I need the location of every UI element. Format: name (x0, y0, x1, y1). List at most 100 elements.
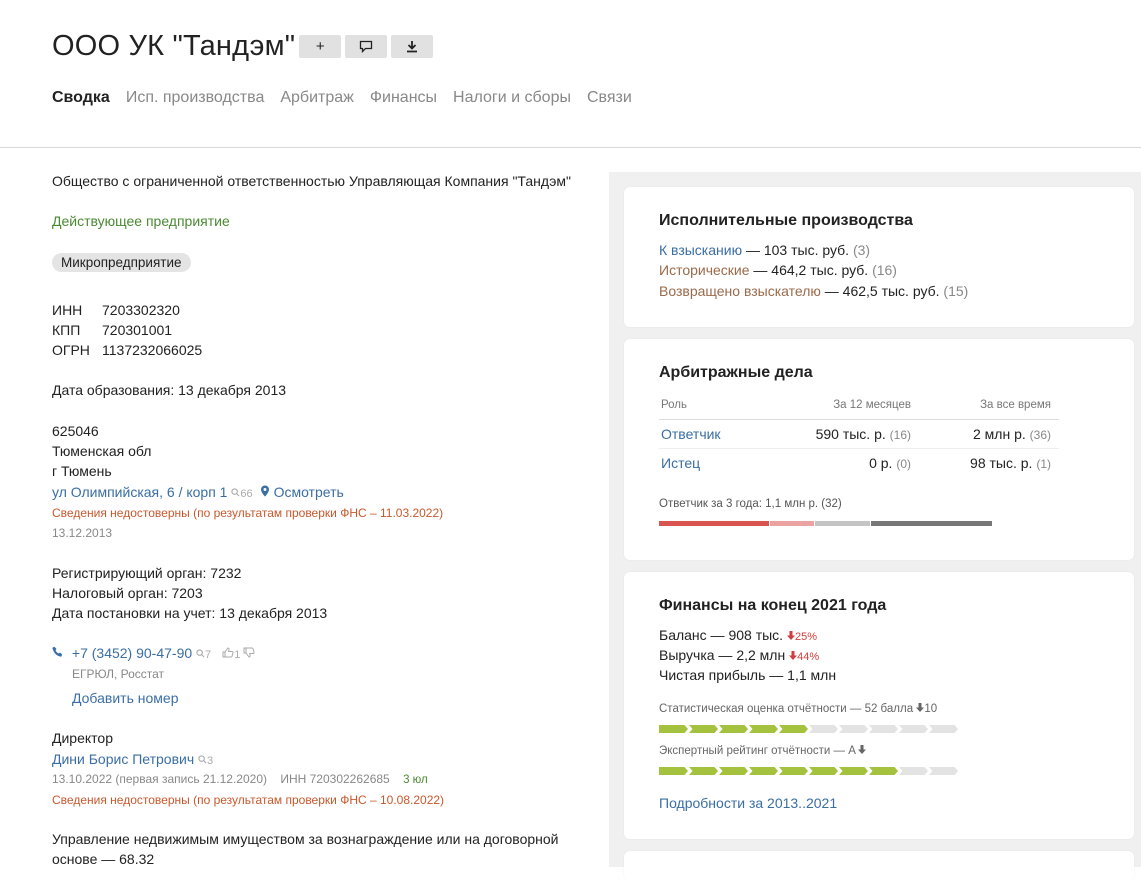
defendant-link[interactable]: Ответчик (661, 426, 781, 442)
search-icon (198, 755, 207, 764)
status-text: Действующее предприятие (52, 213, 230, 229)
search-count[interactable]: 66 (231, 488, 255, 500)
director-search-count[interactable]: 3 (198, 755, 213, 767)
phone-search-count[interactable]: 7 (196, 649, 214, 661)
inn-label: ИНН (52, 302, 83, 318)
tax-authority: Налоговый орган: 7203 (52, 585, 203, 601)
rating-segment (719, 725, 748, 733)
bar-segment (659, 521, 769, 526)
activity-line-2: основе — 68.32 (52, 851, 155, 867)
tab-arbitration[interactable]: Арбитраж (280, 89, 354, 107)
rating-segment (839, 767, 868, 775)
rating-segment (899, 767, 928, 775)
rating-segment (659, 725, 688, 733)
table-cell: 2 млн р. (972, 426, 1026, 442)
phone-source: ЕГРЮЛ, Росстат (72, 667, 165, 681)
thumbs-up-icon (222, 647, 234, 658)
download-button[interactable] (391, 35, 434, 58)
table-cell-count: (36) (1029, 428, 1051, 442)
rating-segment (839, 725, 868, 733)
like-button[interactable]: 1 (222, 647, 243, 661)
founded-date: Дата образования: 13 декабря 2013 (52, 382, 287, 398)
rating-segment (719, 767, 748, 775)
tab-finance[interactable]: Финансы (370, 89, 437, 107)
director-label: Директор (52, 730, 113, 746)
director-meta: 13.10.2022 (первая запись 21.12.2020) ИН… (52, 769, 428, 790)
title-row: ООО УК "Тандэм" + (52, 30, 434, 63)
stat-score-delta: 10 (924, 703, 938, 715)
activity-line-1: Управление недвижимым имуществом за возн… (52, 831, 559, 847)
phone-icon (52, 646, 63, 657)
tab-bar: Сводка Исп. производства Арбитраж Финанс… (52, 89, 648, 107)
enforcement-returned-link[interactable]: Возвращено взыскателю (659, 283, 821, 299)
size-badge: Микропредприятие (52, 253, 191, 272)
bar-segment (870, 521, 992, 526)
rating-segment (779, 725, 808, 733)
kpp-value: 720301001 (102, 322, 173, 338)
phone-link[interactable]: +7 (3452) 90-47-90 (72, 645, 192, 661)
tab-summary[interactable]: Сводка (52, 89, 110, 107)
rating-segment (779, 767, 808, 775)
finance-card: Финансы на конец 2021 года Баланс — 908 … (624, 572, 1134, 839)
column-role: Роль (661, 399, 688, 411)
address-date: 13.12.2013 (52, 526, 113, 540)
ogrn-row: ОГРН 1137232066025 (52, 340, 202, 360)
rating-segment (899, 725, 928, 733)
postcode: 625046 (52, 423, 99, 439)
column-all-time: За все время (980, 399, 1051, 411)
view-location-link[interactable]: Осмотреть (274, 484, 344, 500)
enforcement-historical-link[interactable]: Исторические (659, 262, 750, 278)
add-number-link[interactable]: Добавить номер (72, 690, 178, 706)
enforcement-collect-link[interactable]: К взысканию (659, 242, 742, 258)
rating-segment (809, 767, 838, 775)
search-icon (231, 488, 240, 497)
balance-change: 25% (786, 631, 817, 643)
enforcement-row: Исторические — 464,2 тыс. руб. (16) (659, 262, 897, 278)
director-dates: 13.10.2022 (первая запись 21.12.2020) (52, 772, 267, 786)
expert-rating-label: Экспертный рейтинг отчётности — A (659, 745, 856, 757)
thumbs-down-icon (243, 647, 255, 658)
registering-authority: Регистрирующий орган: 7232 (52, 565, 242, 581)
location-pin-icon (260, 485, 269, 497)
enforcement-title: Исполнительные производства (659, 212, 913, 229)
kpp-row: КПП 720301001 (52, 320, 172, 340)
plaintiff-link[interactable]: Истец (661, 455, 781, 471)
search-icon (196, 649, 205, 658)
ogrn-value: 1137232066025 (102, 342, 203, 358)
rating-segment (689, 725, 718, 733)
comment-button[interactable] (345, 35, 388, 58)
company-title: ООО УК "Тандэм" (52, 30, 296, 62)
street-link[interactable]: ул Олимпийская, 6 / корп 1 (52, 484, 227, 500)
balance-row: Баланс — 908 тыс. 25% (659, 627, 817, 643)
director-companies-link[interactable]: 3 юл (403, 774, 428, 786)
table-row: Ответчик 590 тыс. р. (16) 2 млн р. (36) (659, 420, 1059, 449)
registration-date: Дата постановки на учет: 13 декабря 2013 (52, 605, 328, 621)
table-cell-count: (1) (1036, 457, 1051, 471)
stat-score-label: Статистическая оценка отчётности — 52 ба… (659, 703, 914, 715)
table-cell-count: (0) (896, 457, 911, 471)
ogrn-label: ОГРН (52, 342, 90, 358)
expert-rating-row: Экспертный рейтинг отчётности — A (659, 745, 867, 757)
tab-taxes[interactable]: Налоги и сборы (453, 89, 571, 107)
dislike-button[interactable] (243, 647, 255, 661)
arrow-down-icon (789, 651, 798, 660)
net-profit: Чистая прибыль — 1,1 млн (659, 667, 837, 683)
table-row: Истец 0 р. (0) 98 тыс. р. (1) (659, 449, 1059, 477)
region: Тюменская обл (52, 443, 152, 459)
stat-score-row: Статистическая оценка отчётности — 52 ба… (659, 703, 937, 715)
kpp-label: КПП (52, 322, 81, 338)
director-inn: ИНН 720302262685 (280, 772, 390, 786)
revenue-value: Выручка — 2,2 млн (659, 647, 786, 663)
finance-details-link[interactable]: Подробности за 2013..2021 (659, 795, 837, 811)
rating-segment (749, 725, 778, 733)
tab-connections[interactable]: Связи (587, 89, 632, 107)
add-button[interactable]: + (299, 35, 342, 58)
rating-segment (689, 767, 718, 775)
city: г Тюмень (52, 463, 112, 479)
director-name-link[interactable]: Дини Борис Петрович (52, 751, 194, 767)
download-icon (407, 41, 418, 53)
full-name: Общество с ограниченной ответственностью… (52, 173, 571, 189)
balance-value: Баланс — 908 тыс. (659, 627, 784, 643)
director-row: Дини Борис Петрович 3 (52, 749, 213, 771)
tab-enforcement[interactable]: Исп. производства (126, 89, 265, 107)
